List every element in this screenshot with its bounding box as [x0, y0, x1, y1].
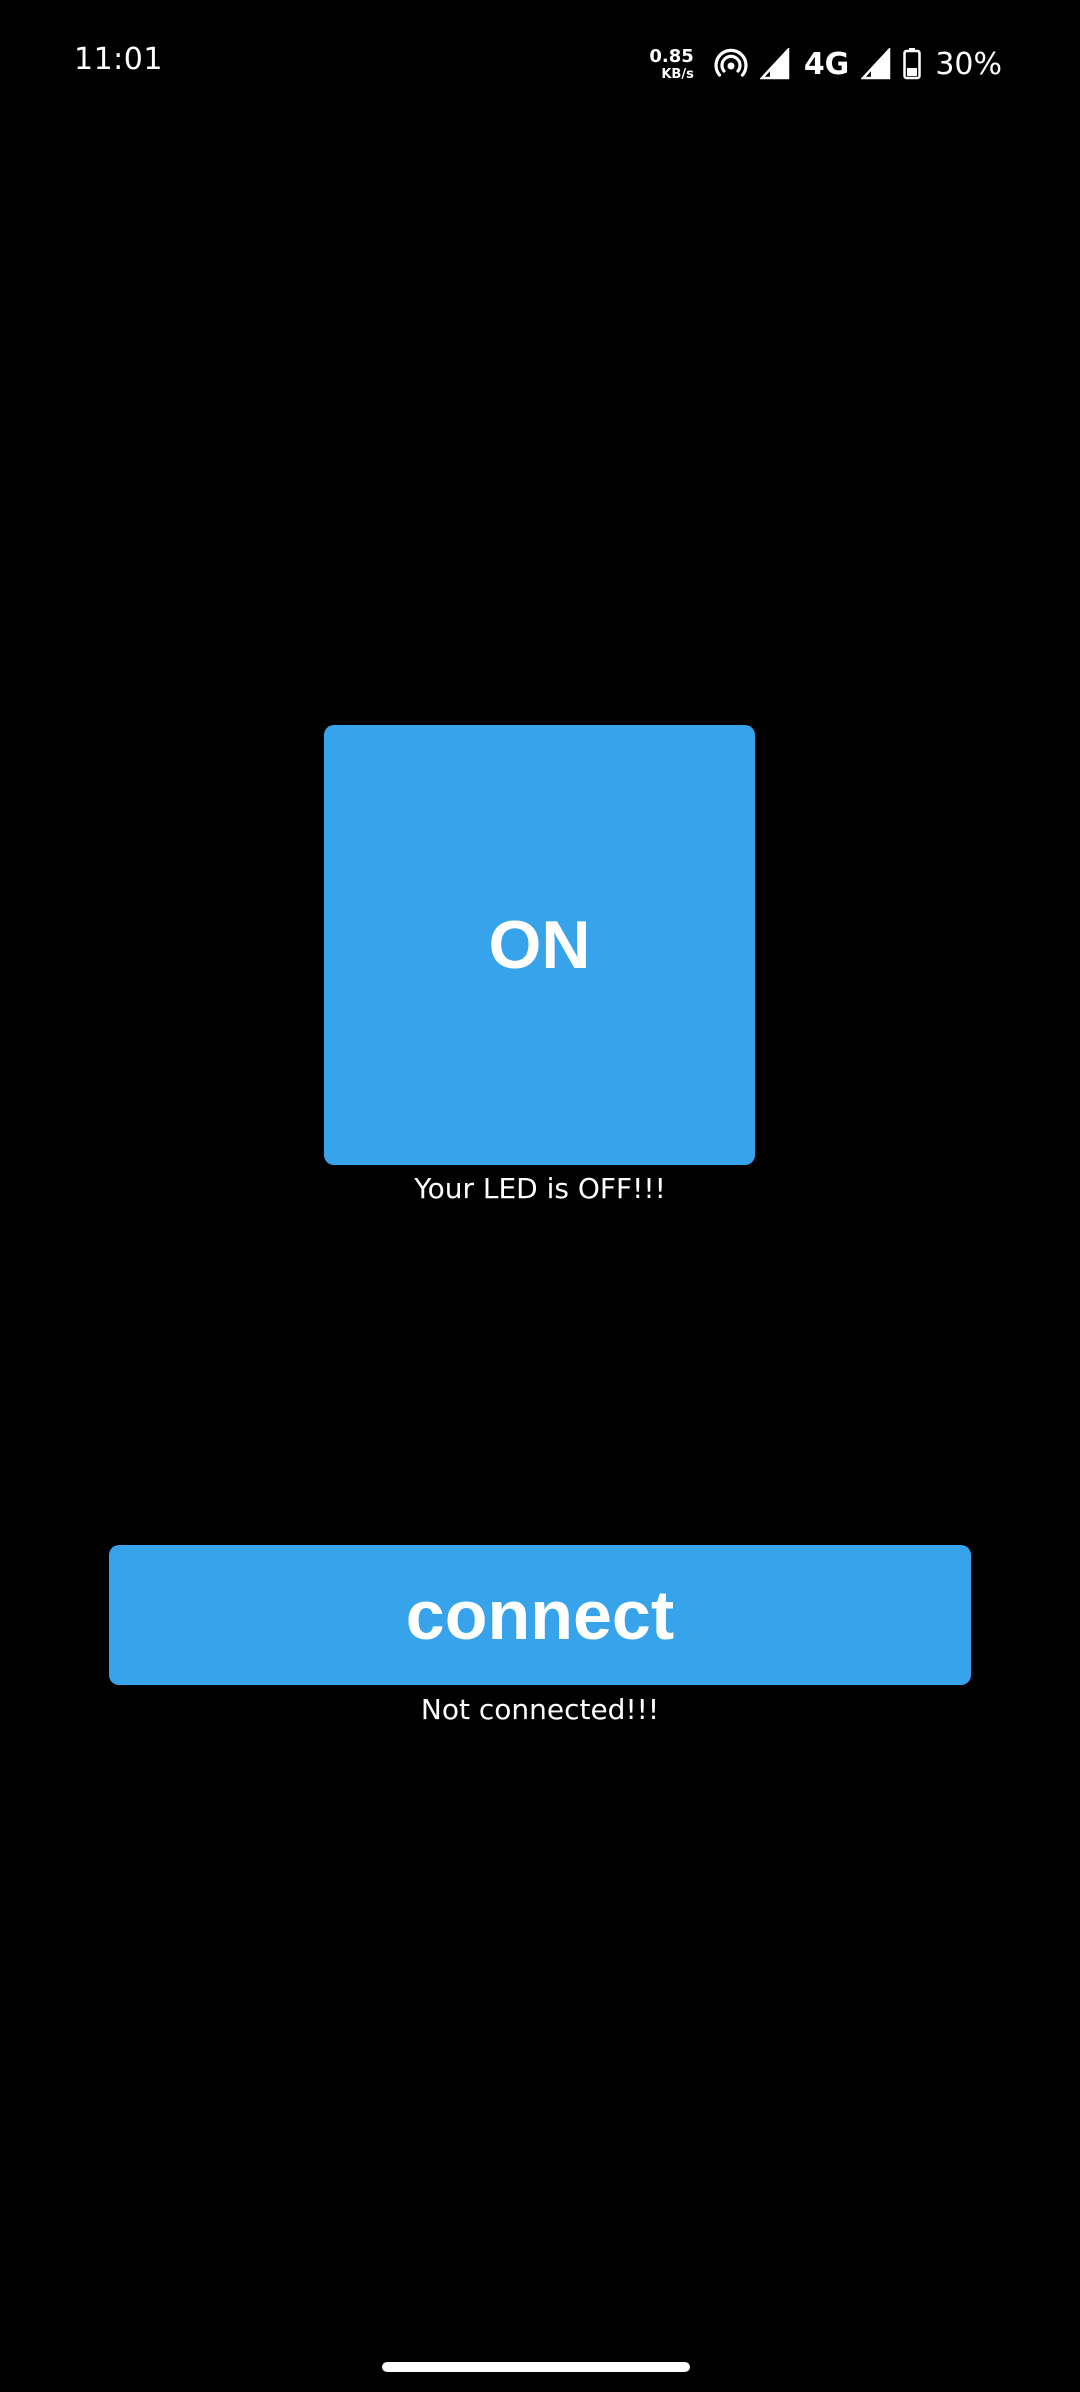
- signal-icon: [759, 48, 790, 80]
- network-speed-unit: KB/s: [661, 66, 694, 82]
- home-indicator[interactable]: [382, 2362, 690, 2372]
- connection-status-text: Not connected!!!: [420, 1693, 660, 1726]
- network-type: 4G: [803, 46, 850, 82]
- led-on-button[interactable]: ON: [324, 725, 755, 1165]
- status-icons: 0.85 KB/s 4G 30%: [649, 40, 1002, 88]
- connect-button[interactable]: connect: [109, 1545, 971, 1685]
- status-time: 11:01: [74, 42, 163, 77]
- network-speed-value: 0.85: [649, 45, 694, 67]
- network-speed: 0.85 KB/s: [649, 45, 694, 82]
- hotspot-icon: [714, 47, 748, 81]
- led-status-text: Your LED is OFF!!!: [414, 1172, 666, 1205]
- signal-icon: [861, 48, 891, 80]
- status-bar: 11:01 0.85 KB/s 4G 30%: [0, 0, 1080, 130]
- battery-percent: 30%: [935, 46, 1002, 82]
- battery-icon: [903, 48, 922, 80]
